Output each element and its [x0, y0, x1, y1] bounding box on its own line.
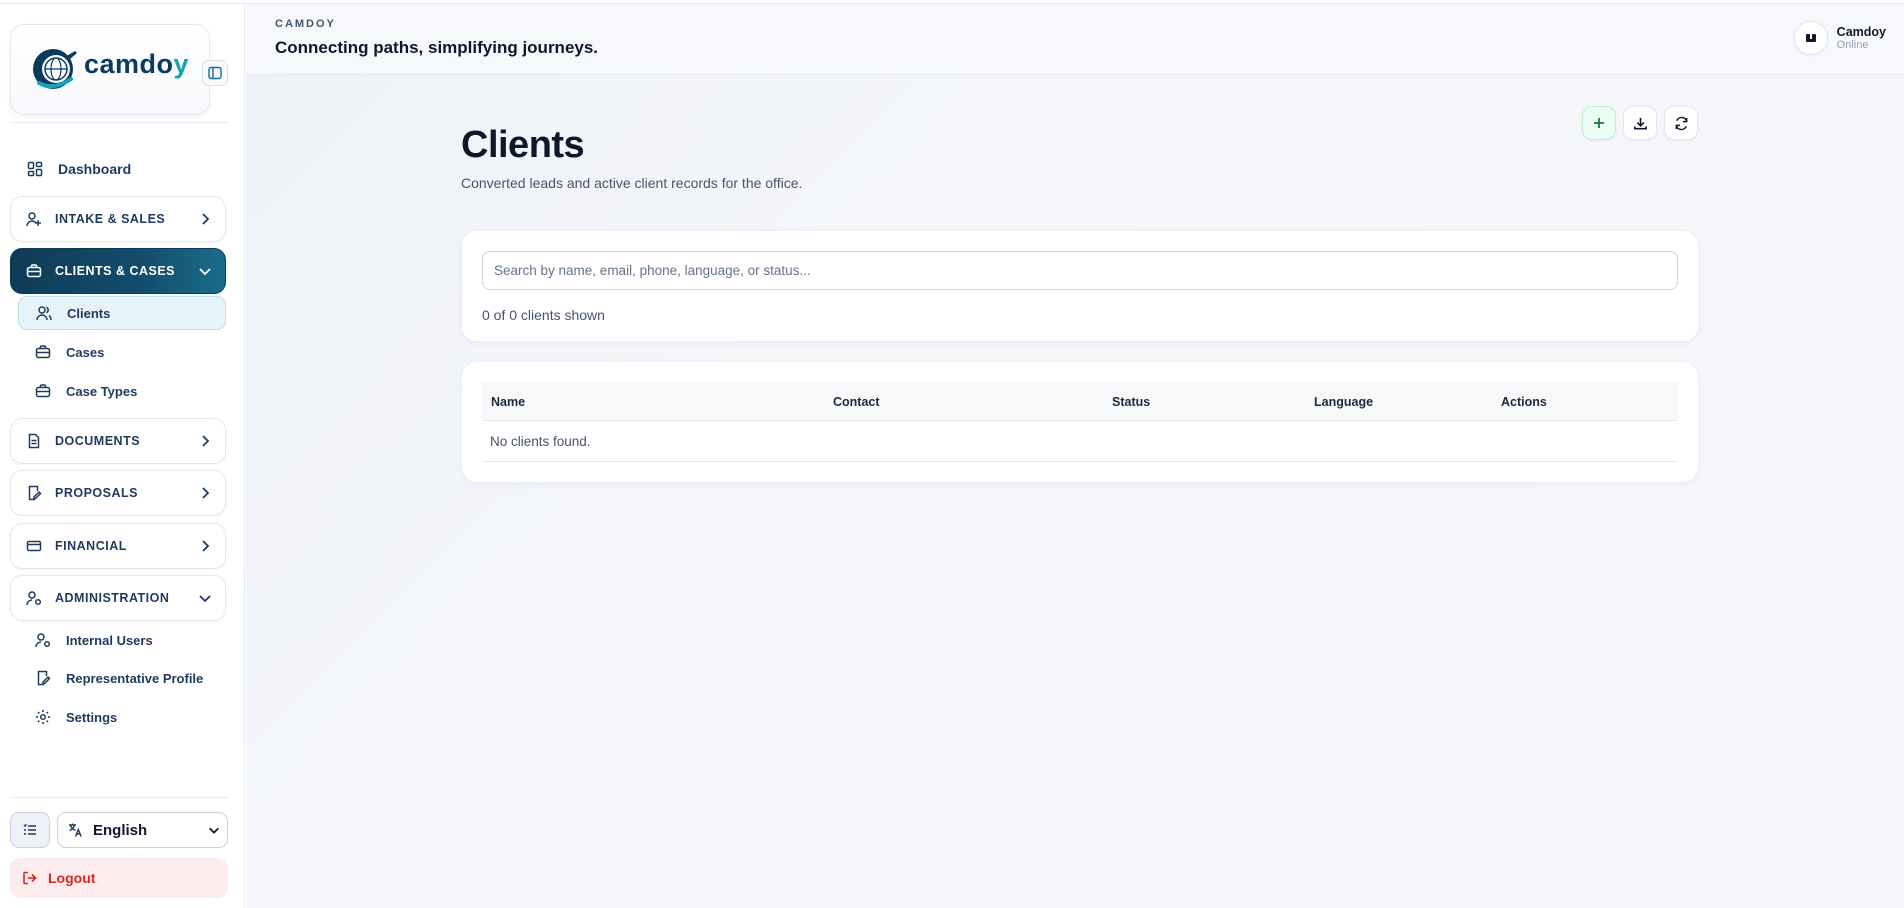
- globe-plane-logo-icon: [33, 49, 77, 89]
- chevron-right-icon: [202, 487, 210, 499]
- nav-group-documents[interactable]: DOCUMENTS: [10, 418, 226, 464]
- nav-item-cases[interactable]: Cases: [18, 335, 226, 369]
- list-icon: [23, 823, 36, 835]
- nav-group-administration[interactable]: ADMINISTRATION: [10, 575, 226, 621]
- gear-icon: [34, 708, 52, 726]
- user-cog-icon: [25, 589, 43, 607]
- column-header-status[interactable]: Status: [1112, 395, 1150, 409]
- toggle-list-button[interactable]: [10, 812, 50, 848]
- logout-button[interactable]: Logout: [10, 858, 228, 898]
- nav-item-internal-users[interactable]: Internal Users: [18, 623, 226, 657]
- download-icon: [1633, 117, 1647, 129]
- nav-dashboard-label: Dashboard: [58, 161, 132, 177]
- nav-group-intake-sales[interactable]: INTAKE & SALES: [10, 196, 226, 242]
- nav-group-administration-label: ADMINISTRATION: [55, 591, 170, 605]
- nav-item-case-types[interactable]: Case Types: [18, 374, 226, 408]
- user-cog-icon: [34, 631, 52, 649]
- nav-group-documents-label: DOCUMENTS: [55, 434, 141, 448]
- collapse-sidebar-button[interactable]: [202, 60, 228, 86]
- nav-group-intake-label: INTAKE & SALES: [55, 212, 166, 226]
- logout-label: Logout: [48, 870, 96, 886]
- logout-icon: [23, 871, 37, 885]
- chevron-right-icon: [202, 540, 210, 552]
- sidebar-divider: [10, 122, 228, 123]
- column-header-language[interactable]: Language: [1314, 395, 1373, 409]
- briefcase-icon: [34, 343, 52, 361]
- page-subtitle: Converted leads and active client record…: [461, 175, 803, 191]
- clients-table-card: Name Contact Status Language Actions No …: [461, 361, 1699, 483]
- chevron-down-icon: [199, 595, 211, 603]
- nav-item-settings[interactable]: Settings: [18, 700, 226, 734]
- nav-group-proposals[interactable]: PROPOSALS: [10, 470, 226, 516]
- sidebar: camdoy Dashboard INTAKE & SALES CLIENTS …: [0, 4, 245, 908]
- table-header: Name Contact Status Language Actions: [482, 382, 1678, 421]
- avatar: [1793, 21, 1828, 55]
- chevron-right-icon: [202, 213, 210, 225]
- user-plus-icon: [25, 210, 43, 228]
- nav-item-representative-profile[interactable]: Representative Profile: [18, 661, 226, 695]
- top-header: CAMDOY Connecting paths, simplifying jou…: [246, 4, 1904, 75]
- briefcase-icon: [34, 382, 52, 400]
- logo-text-accent: y: [173, 49, 190, 79]
- chevron-right-icon: [202, 435, 210, 447]
- edit-document-icon: [34, 669, 52, 687]
- nav-group-clients-cases-label: CLIENTS & CASES: [55, 264, 176, 278]
- nav-group-clients-cases[interactable]: CLIENTS & CASES: [10, 248, 226, 294]
- nav-group-financial-label: FINANCIAL: [55, 539, 127, 553]
- logo[interactable]: camdoy: [10, 24, 210, 115]
- client-count: 0 of 0 clients shown: [482, 307, 605, 323]
- column-header-name[interactable]: Name: [491, 395, 525, 409]
- credit-card-icon: [25, 537, 43, 555]
- column-header-actions: Actions: [1501, 395, 1547, 409]
- nav-item-cases-label: Cases: [66, 344, 105, 360]
- language-select-value: English: [93, 821, 148, 839]
- edit-document-icon: [25, 484, 43, 502]
- refresh-button[interactable]: [1664, 106, 1698, 140]
- grid-icon: [26, 160, 44, 178]
- user-name: Camdoy: [1836, 24, 1886, 39]
- nav-item-settings-label: Settings: [66, 709, 118, 725]
- column-header-contact[interactable]: Contact: [833, 395, 880, 409]
- language-select[interactable]: English: [57, 812, 228, 848]
- main-content: CAMDOY Connecting paths, simplifying jou…: [246, 4, 1904, 908]
- nav-item-clients[interactable]: Clients: [18, 296, 226, 330]
- sidebar-divider-bottom: [10, 797, 228, 798]
- search-card: 0 of 0 clients shown: [461, 230, 1699, 342]
- chevron-down-icon: [209, 827, 219, 834]
- chevron-down-icon: [199, 268, 211, 276]
- briefcase-icon: [25, 262, 43, 280]
- nav-group-financial[interactable]: FINANCIAL: [10, 523, 226, 569]
- user-avatar-icon: [1805, 34, 1816, 42]
- users-icon: [35, 304, 53, 322]
- sidebar-panel-icon: [208, 66, 222, 80]
- page-actions: [1582, 106, 1698, 140]
- nav-group-proposals-label: PROPOSALS: [55, 486, 138, 500]
- table-empty-row: No clients found.: [482, 421, 1678, 462]
- nav-item-clients-label: Clients: [67, 305, 111, 321]
- refresh-icon: [1675, 116, 1687, 130]
- logo-wordmark: camdoy: [84, 49, 189, 80]
- logo-text-main: camdo: [84, 49, 174, 79]
- header-tagline: Connecting paths, simplifying journeys.: [275, 38, 599, 57]
- nav-item-case-types-label: Case Types: [66, 383, 138, 399]
- user-status: Online: [1836, 38, 1869, 51]
- user-menu[interactable]: Camdoy Online: [1793, 21, 1886, 55]
- header-brand: CAMDOY: [275, 18, 336, 30]
- document-icon: [25, 432, 43, 450]
- nav-dashboard[interactable]: Dashboard: [10, 154, 226, 184]
- search-input[interactable]: [482, 251, 1678, 290]
- translate-icon: [69, 823, 82, 837]
- nav-item-internal-users-label: Internal Users: [66, 632, 153, 648]
- page-title: Clients: [461, 124, 585, 166]
- plus-icon: [1594, 118, 1604, 128]
- nav-item-representative-profile-label: Representative Profile: [66, 670, 204, 686]
- download-button[interactable]: [1623, 106, 1657, 140]
- add-client-button[interactable]: [1582, 106, 1616, 140]
